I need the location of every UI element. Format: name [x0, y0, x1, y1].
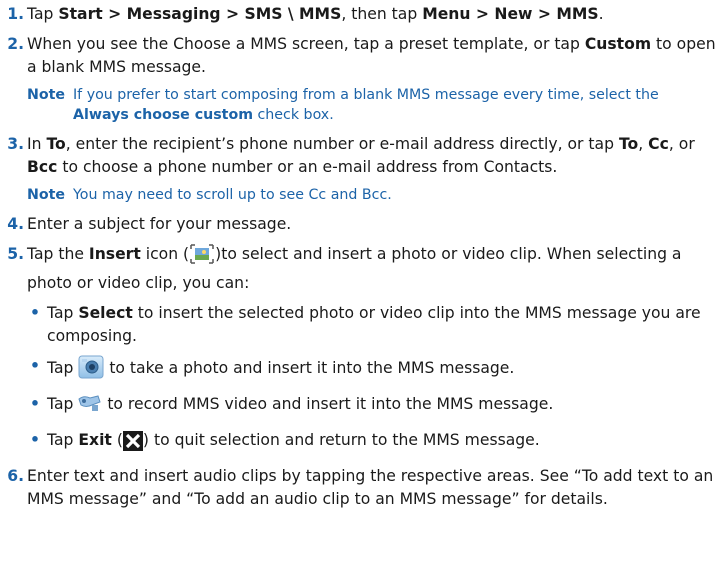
step-5: 5. Tap the Insert icon ()to select and i… [0, 243, 716, 295]
note-always-custom: Note If you prefer to start composing fr… [27, 87, 659, 123]
bullet-dot: • [30, 431, 40, 449]
bullet-video: • Tap to record MMS video and insert it … [0, 393, 714, 422]
bullet-exit: • Tap Exit () to quit selection and retu… [0, 429, 714, 458]
step-2: 2. When you see the Choose a MMS screen,… [0, 33, 716, 79]
step-3: 3. In To, enter the recipient’s phone nu… [0, 133, 716, 179]
camera-icon [78, 355, 104, 386]
step-number: 2. [7, 35, 24, 53]
step-6: 6. Enter text and insert audio clips by … [0, 465, 716, 511]
exit-x-icon [122, 431, 143, 458]
bullet-dot: • [30, 395, 40, 413]
step-number: 3. [7, 135, 24, 153]
note-label: Note [27, 187, 66, 203]
step-number: 6. [7, 467, 24, 485]
step-number: 5. [7, 245, 24, 263]
document-page: 1. Tap Start > Messaging > SMS \ MMS, th… [0, 0, 724, 575]
step-1: 1. Tap Start > Messaging > SMS \ MMS, th… [0, 3, 716, 26]
insert-picture-icon [189, 243, 215, 272]
note-scroll: Note You may need to scroll up to see Cc… [27, 187, 392, 203]
step-4: 4. Enter a subject for your message. [0, 213, 716, 236]
bullet-dot: • [30, 304, 40, 322]
video-camera-icon [78, 393, 102, 422]
bullet-dot: • [30, 357, 40, 375]
step-number: 4. [7, 215, 24, 233]
bullet-camera: • Tap to take a photo and insert it into… [0, 355, 714, 386]
bullet-select: • Tap Select to insert the selected phot… [30, 304, 701, 345]
step-number: 1. [7, 5, 24, 23]
note-label: Note [27, 87, 66, 103]
